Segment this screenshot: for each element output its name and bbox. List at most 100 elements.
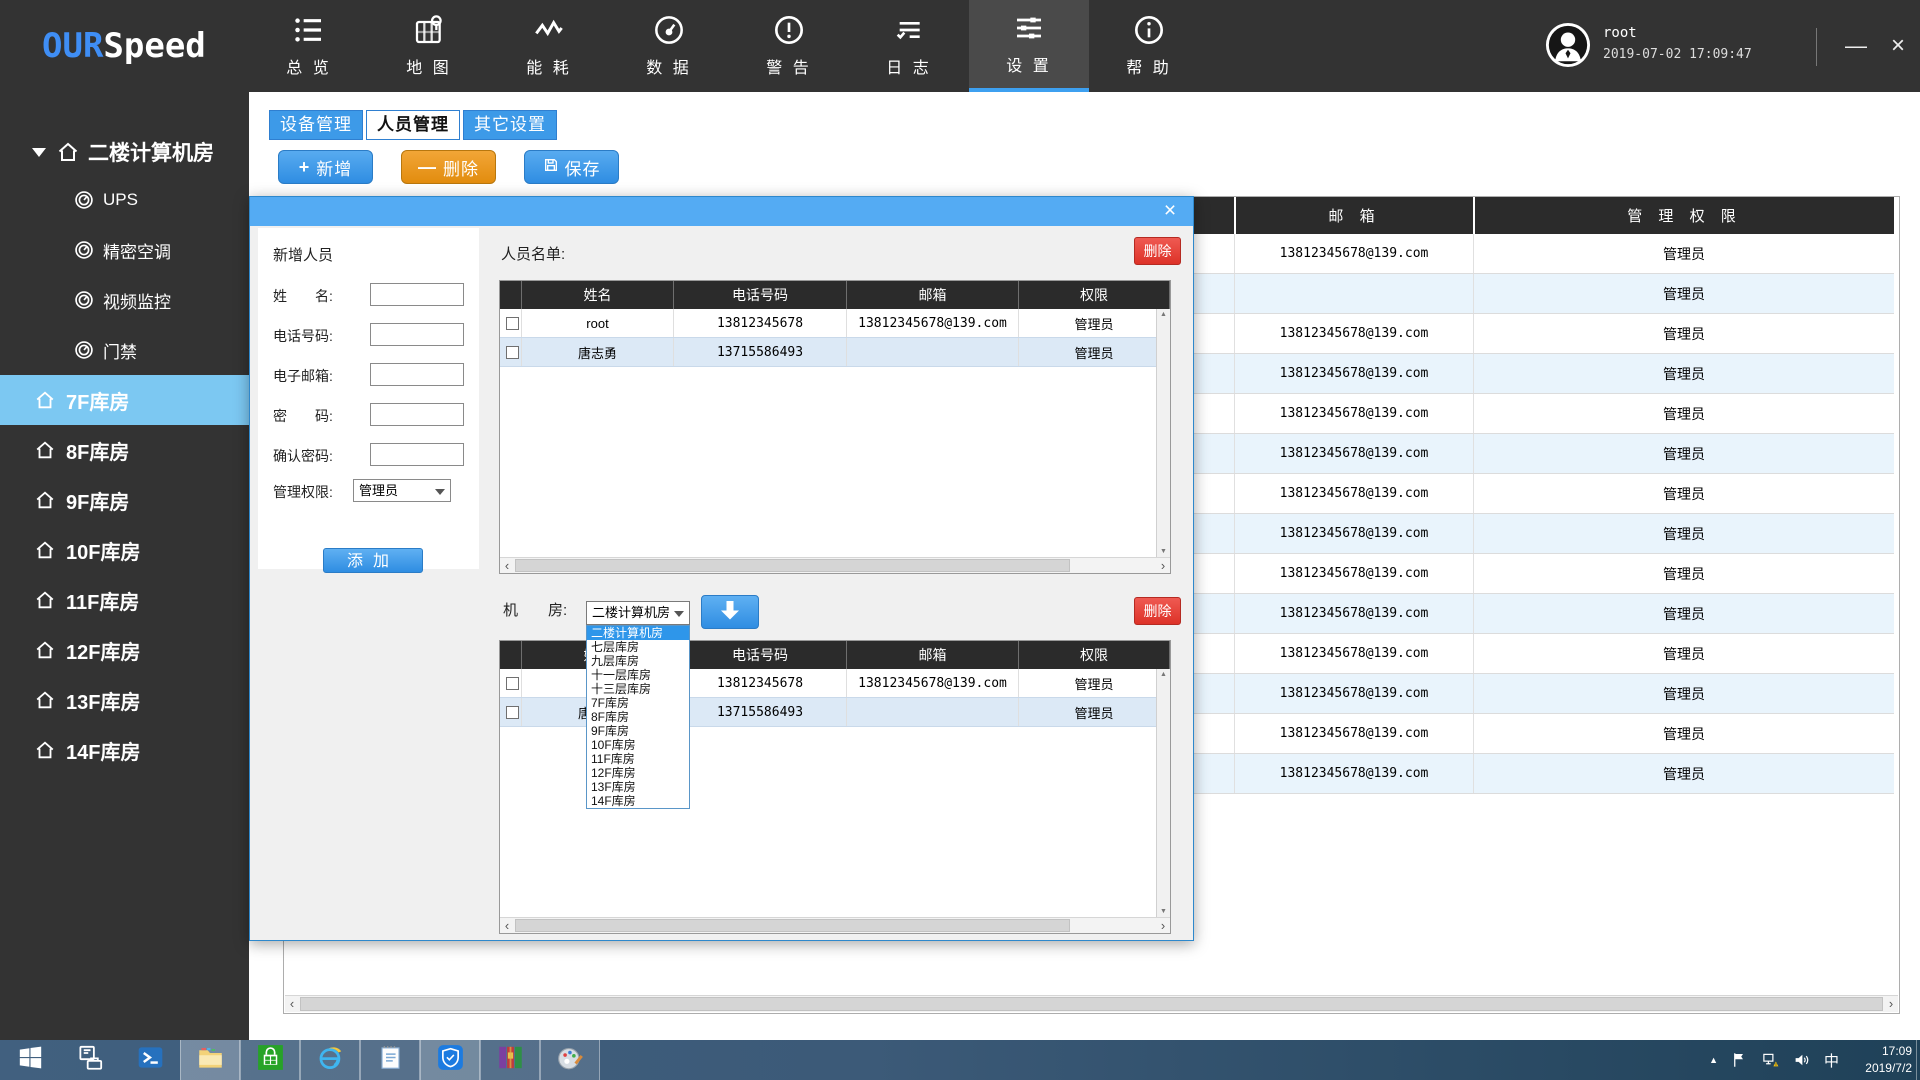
horizontal-scrollbar[interactable]: ‹ › — [500, 557, 1170, 573]
assign-room-button[interactable] — [701, 595, 759, 629]
nav-item-log[interactable]: 日 志 — [849, 0, 969, 92]
sidebar-floor-item-0[interactable]: 7F库房 — [0, 375, 249, 425]
file-explorer[interactable] — [180, 1040, 240, 1080]
horizontal-scrollbar[interactable]: ‹ › — [285, 995, 1898, 1012]
ime-indicator[interactable]: 中 — [1824, 1050, 1839, 1071]
scrollbar-thumb[interactable] — [300, 997, 1883, 1011]
scroll-right-icon[interactable]: › — [1156, 918, 1170, 934]
room-option-0[interactable]: 二楼计算机房 — [587, 626, 689, 640]
add-button[interactable]: + 新增 — [278, 150, 373, 184]
monitoring-app[interactable] — [420, 1040, 480, 1080]
home-icon — [34, 439, 56, 461]
tab-other[interactable]: 其它设置 — [463, 110, 557, 140]
scroll-down-icon[interactable]: ▼ — [1157, 908, 1170, 915]
nav-item-overview[interactable]: 总 览 — [249, 0, 369, 92]
row-checkbox[interactable] — [506, 317, 519, 330]
room-option-9[interactable]: 11F库房 — [587, 752, 689, 766]
room-option-4[interactable]: 十三层库房 — [587, 682, 689, 696]
row-checkbox[interactable] — [506, 706, 519, 719]
scroll-right-icon[interactable]: › — [1884, 996, 1898, 1012]
room-option-2[interactable]: 九层库房 — [587, 654, 689, 668]
nav-item-alert[interactable]: 警 告 — [729, 0, 849, 92]
nav-item-label: 总 览 — [286, 54, 331, 78]
scroll-up-icon[interactable]: ▲ — [1157, 671, 1170, 678]
field-input-3[interactable] — [370, 403, 464, 426]
taskbar-clock[interactable]: 17:09 2019/7/2 — [1852, 1043, 1912, 1078]
internet-explorer[interactable] — [300, 1040, 360, 1080]
member-delete-button[interactable]: 删除 — [1134, 237, 1181, 265]
volume-icon[interactable] — [1793, 1051, 1811, 1069]
scrollbar-thumb[interactable] — [515, 559, 1070, 572]
sidebar-floor-item-5[interactable]: 12F库房 — [0, 625, 249, 675]
scroll-left-icon[interactable]: ‹ — [500, 558, 514, 574]
minimize-button[interactable]: — — [1836, 26, 1876, 66]
field-input-4[interactable] — [370, 443, 464, 466]
user-area[interactable]: root 2019-07-02 17:09:47 — [1545, 22, 1752, 68]
action-center-flag-icon[interactable] — [1731, 1051, 1749, 1069]
field-input-0[interactable] — [370, 283, 464, 306]
server-manager[interactable] — [60, 1040, 120, 1080]
vertical-scrollbar[interactable]: ▲ ▼ — [1156, 669, 1170, 917]
winrar[interactable] — [480, 1040, 540, 1080]
start-button[interactable] — [0, 1040, 60, 1080]
notepad[interactable] — [360, 1040, 420, 1080]
tree-expand-icon[interactable] — [32, 148, 46, 157]
sidebar-floor-item-7[interactable]: 14F库房 — [0, 725, 249, 775]
nav-item-help[interactable]: 帮 助 — [1089, 0, 1209, 92]
sidebar-floor-item-6[interactable]: 13F库房 — [0, 675, 249, 725]
close-window-button[interactable]: × — [1878, 26, 1918, 66]
sidebar-device-item-2[interactable]: 视频监控 — [0, 275, 249, 325]
scroll-left-icon[interactable]: ‹ — [285, 996, 299, 1012]
scroll-left-icon[interactable]: ‹ — [500, 918, 514, 934]
sidebar-device-item-1[interactable]: 精密空调 — [0, 225, 249, 275]
tab-people[interactable]: 人员管理 — [366, 110, 460, 140]
nav-item-map[interactable]: 地 图 — [369, 0, 489, 92]
room-option-7[interactable]: 9F库房 — [587, 724, 689, 738]
vertical-scrollbar[interactable]: ▲ ▼ — [1156, 309, 1170, 557]
scroll-up-icon[interactable]: ▲ — [1157, 311, 1170, 318]
sidebar-device-item-0[interactable]: UPS — [0, 175, 249, 225]
sidebar-floor-item-3[interactable]: 10F库房 — [0, 525, 249, 575]
chevron-down-icon — [435, 489, 445, 495]
room-option-1[interactable]: 七层库房 — [587, 640, 689, 654]
sidebar-item-room2f[interactable]: 二楼计算机房 — [0, 130, 249, 174]
save-button[interactable]: 保存 — [524, 150, 619, 184]
scroll-down-icon[interactable]: ▼ — [1157, 548, 1170, 555]
header-cell-email: 邮 箱 — [1234, 197, 1473, 234]
room-option-11[interactable]: 13F库房 — [587, 780, 689, 794]
nav-item-settings[interactable]: 设 置 — [969, 0, 1089, 92]
nav-item-energy[interactable]: 能 耗 — [489, 0, 609, 92]
room-option-8[interactable]: 10F库房 — [587, 738, 689, 752]
add-person-button[interactable]: 添加 — [323, 548, 423, 573]
show-desktop-button[interactable] — [1916, 1040, 1920, 1080]
sidebar-device-item-3[interactable]: 门禁 — [0, 325, 249, 375]
row-checkbox[interactable] — [506, 677, 519, 690]
room-option-10[interactable]: 12F库房 — [587, 766, 689, 780]
dialog-close-icon[interactable]: × — [1157, 198, 1183, 224]
powershell[interactable] — [120, 1040, 180, 1080]
scroll-right-icon[interactable]: › — [1156, 558, 1170, 574]
room-select[interactable]: 二楼计算机房 — [586, 601, 690, 625]
room-option-12[interactable]: 14F库房 — [587, 794, 689, 808]
nav-item-data[interactable]: 数 据 — [609, 0, 729, 92]
delete-button[interactable]: — 删除 — [401, 150, 496, 184]
field-input-2[interactable] — [370, 363, 464, 386]
hidden-icons-chevron[interactable]: ▲ — [1709, 1055, 1718, 1065]
sidebar-floor-item-2[interactable]: 9F库房 — [0, 475, 249, 525]
room-option-3[interactable]: 十一层库房 — [587, 668, 689, 682]
sidebar-floor-item-1[interactable]: 8F库房 — [0, 425, 249, 475]
network-status-icon[interactable] — [1762, 1051, 1780, 1069]
row-checkbox[interactable] — [506, 346, 519, 359]
paint[interactable] — [540, 1040, 600, 1080]
sidebar-floor-item-4[interactable]: 11F库房 — [0, 575, 249, 625]
room-option-6[interactable]: 8F库房 — [587, 710, 689, 724]
tab-device[interactable]: 设备管理 — [269, 110, 363, 140]
windows-store[interactable] — [240, 1040, 300, 1080]
room-member-delete-button[interactable]: 删除 — [1134, 597, 1181, 625]
permission-select[interactable]: 管理员 — [353, 479, 451, 502]
cell-permission: 管理员 — [1473, 674, 1894, 713]
scrollbar-thumb[interactable] — [515, 919, 1070, 932]
horizontal-scrollbar[interactable]: ‹ › — [500, 917, 1170, 933]
field-input-1[interactable] — [370, 323, 464, 346]
room-option-5[interactable]: 7F库房 — [587, 696, 689, 710]
